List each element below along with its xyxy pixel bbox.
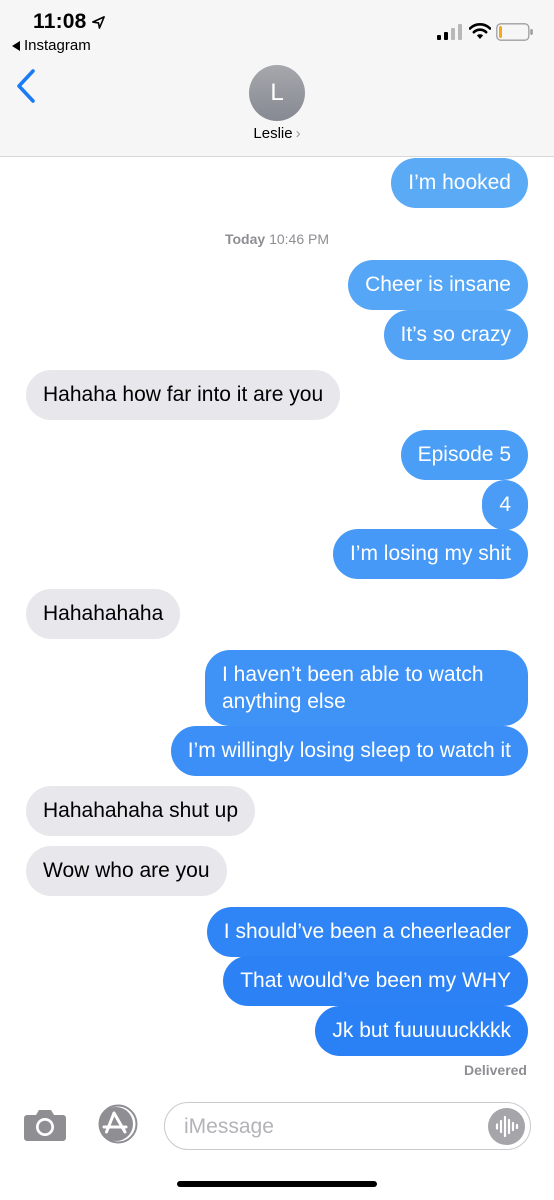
timestamp-day: Today	[224, 231, 266, 247]
waveform-icon	[495, 1115, 519, 1138]
message-bubble[interactable]: I’m willingly losing sleep to watch it	[170, 726, 528, 776]
input-placeholder: iMessage	[184, 1115, 274, 1138]
message-text: Episode 5	[417, 443, 511, 466]
chevron-right-icon: ›	[295, 125, 301, 142]
message-text: I haven’t been able to watch anything el…	[222, 663, 484, 713]
message-text: Cheer is insane	[365, 273, 511, 296]
message-text: That would’ve been my WHY	[240, 969, 511, 992]
timestamp-time: 10:46 PM	[269, 231, 330, 247]
message-bubble[interactable]: Episode 5	[400, 430, 528, 480]
app-store-icon[interactable]	[94, 1104, 142, 1144]
message-bubble[interactable]: I should’ve been a cheerleader	[206, 907, 528, 957]
message-text: I should’ve been a cheerleader	[223, 920, 511, 943]
camera-icon[interactable]	[24, 1107, 66, 1141]
message-bubble[interactable]: Hahahahaha shut up	[26, 786, 255, 836]
message-text: Wow who are you	[43, 859, 210, 882]
avatar-initial: L	[270, 79, 284, 106]
message-bubble[interactable]: I’m losing my shit	[332, 529, 528, 579]
conversation-timestamp: Today 10:46 PM	[0, 231, 554, 247]
message-text: I’m losing my shit	[349, 542, 511, 565]
message-text: Hahaha how far into it are you	[43, 383, 324, 406]
message-text: It’s so crazy	[400, 323, 511, 346]
delivery-status: Delivered	[463, 1062, 527, 1078]
message-bubble[interactable]: Hahahahaha	[26, 589, 181, 639]
message-bubble[interactable]: Cheer is insane	[348, 260, 528, 310]
message-bubble[interactable]: I haven’t been able to watch anything el…	[205, 650, 528, 726]
message-text: I’m hooked	[408, 171, 511, 194]
conversation-header: 11:08 Instagram L Leslie ›	[0, 0, 554, 157]
message-text: Hahahahaha shut up	[43, 799, 238, 822]
back-triangle-icon	[12, 40, 20, 51]
status-time: 11:08	[33, 10, 87, 33]
message-text: Hahahahaha	[43, 602, 164, 625]
audio-message-button[interactable]	[488, 1108, 525, 1145]
contact-name: Leslie	[253, 125, 293, 142]
message-bubble[interactable]: Wow who are you	[26, 846, 227, 896]
message-bubble[interactable]: 4	[482, 480, 528, 530]
message-bubble[interactable]: It’s so crazy	[383, 310, 528, 360]
location-arrow-icon	[92, 16, 105, 29]
message-bubble[interactable]: I’m hooked	[391, 158, 528, 208]
imessage-input[interactable]: iMessage	[164, 1102, 531, 1150]
home-indicator[interactable]	[177, 1181, 377, 1187]
message-bubble[interactable]: Jk but fuuuuuckkkk	[315, 1006, 528, 1056]
contact-name-button[interactable]: Leslie ›	[0, 125, 554, 142]
back-app-label: Instagram	[24, 37, 91, 54]
messages-screen: 11:08 Instagram L Leslie › I’m hooked To…	[0, 0, 554, 1200]
message-text: Jk but fuuuuuckkkk	[332, 1019, 511, 1042]
contact-avatar[interactable]: L	[249, 65, 305, 121]
wifi-icon	[469, 23, 491, 39]
back-chevron-icon[interactable]	[14, 68, 38, 104]
cellular-signal-icon	[437, 24, 462, 40]
message-text: I’m willingly losing sleep to watch it	[187, 739, 511, 762]
message-text: 4	[499, 493, 511, 516]
message-bubble[interactable]: Hahaha how far into it are you	[26, 370, 341, 420]
message-bubble[interactable]: That would’ve been my WHY	[223, 956, 528, 1006]
back-to-app-link[interactable]: Instagram	[12, 37, 91, 54]
battery-icon	[496, 23, 533, 41]
